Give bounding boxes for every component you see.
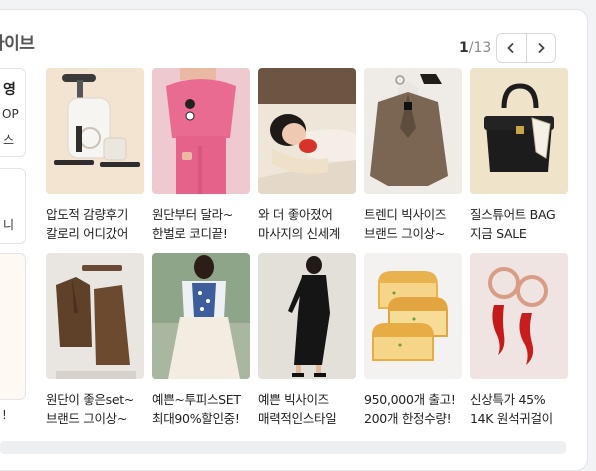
left-card-text: 스 (3, 133, 15, 147)
brown-blazer-image (364, 68, 462, 194)
prev-page-button[interactable] (497, 34, 526, 62)
next-section-edge (0, 441, 566, 454)
product-title-line1: 예쁜 빅사이즈 (258, 392, 329, 407)
left-card-text: ! (2, 408, 7, 422)
product-card[interactable]: 예쁜 빅사이즈매력적인스타일 (258, 253, 356, 428)
chevron-left-icon (507, 42, 514, 54)
page-indicator: 1/13 (459, 40, 491, 56)
product-card[interactable]: 트렌디 빅사이즈브랜드 그이상~ (364, 68, 462, 243)
left-partial-card[interactable]: 영 OP 스 (0, 68, 26, 157)
brown-set-image (46, 253, 144, 379)
left-card-text: OP (2, 107, 19, 121)
product-title-line1: 압도적 감량후기 (46, 207, 129, 222)
product-title-line2: 200개 한정수량! (364, 411, 452, 426)
product-title-line1: 예쁜~투피스SET (152, 392, 241, 407)
product-card[interactable]: 신상특가 45% 14K 원석귀걸이 (470, 253, 568, 428)
next-page-button[interactable] (525, 34, 556, 62)
left-card-text: 영 (3, 82, 16, 98)
left-card-text: 니 (3, 218, 15, 232)
product-title-line2: 매력적인스타일 (258, 411, 337, 426)
product-title-line2: 한벌로 코디끝! (152, 226, 228, 241)
exercise-bike-image (46, 68, 144, 194)
product-card[interactable]: 질스튜어트 BAG 지금 SALE (470, 68, 568, 243)
product-title-line1: 원단부터 달라~ (152, 207, 234, 222)
floral-twopiece-image (152, 253, 250, 379)
product-title-line1: 신상특가 45% (470, 392, 546, 407)
product-card[interactable]: 압도적 감량후기칼로리 어디갔어 (46, 68, 144, 243)
product-card[interactable]: 와 더 좋아졌어마사지의 신세계 (258, 68, 356, 243)
product-title-line1: 원단이 좋은set~ (46, 392, 135, 407)
product-title-line1: 와 더 좋아졌어 (258, 207, 333, 222)
product-card[interactable]: 원단이 좋은set~ 브랜드 그이상~ (46, 253, 144, 428)
left-partial-card[interactable] (0, 253, 26, 400)
toast-image (364, 253, 462, 379)
product-card[interactable]: 예쁜~투피스SET 최대90%할인중! (152, 253, 250, 428)
section-title: 라이브 (0, 34, 35, 54)
product-title-line2: 14K 원석귀걸이 (470, 411, 553, 426)
left-partial-card[interactable]: 니 (0, 168, 26, 244)
product-title-line2: 지금 SALE (470, 226, 527, 241)
page-current: 1 (459, 40, 469, 56)
product-title-line1: 질스튜어트 BAG (470, 207, 556, 222)
pink-outfit-image (152, 68, 250, 194)
product-title-line2: 최대90%할인중! (152, 411, 240, 426)
product-card[interactable]: 950,000개 출고! 200개 한정수량! (364, 253, 462, 428)
page-total: /13 (468, 40, 492, 56)
product-title-line1: 950,000개 출고! (364, 392, 456, 407)
pager-buttons (496, 33, 556, 63)
product-card[interactable]: 원단부터 달라~ 한벌로 코디끝! (152, 68, 250, 243)
neck-massager-image (258, 68, 356, 194)
live-shopping-panel: 라이브 1/13 영 OP 스 니 ! (0, 9, 588, 471)
product-title-line2: 칼로리 어디갔어 (46, 226, 129, 241)
product-title-line2: 브랜드 그이상~ (46, 411, 128, 426)
black-handbag-image (470, 68, 568, 194)
product-title-line2: 브랜드 그이상~ (364, 226, 446, 241)
red-earrings-image (470, 253, 568, 379)
product-title-line1: 트렌디 빅사이즈 (364, 207, 447, 222)
black-dress-image (258, 253, 356, 379)
chevron-right-icon (538, 42, 545, 54)
product-title-line2: 마사지의 신세계 (258, 226, 341, 241)
